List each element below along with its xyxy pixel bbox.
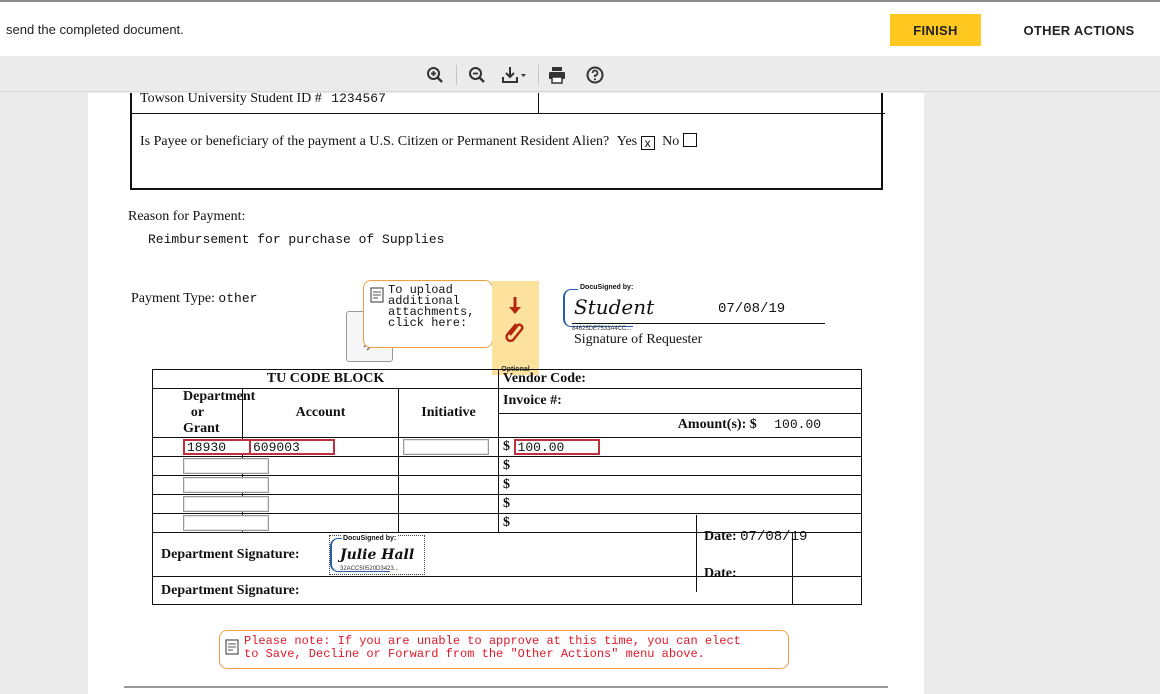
- vendor-code-label: Vendor Code:: [498, 369, 863, 389]
- attach-tooltip: To upload additional attachments, click …: [363, 280, 493, 348]
- attach-tooltip-text: To upload additional attachments, click …: [388, 283, 475, 330]
- dollar-sign: $: [498, 494, 863, 514]
- note-line-2: to Save, Decline or Forward from the "Ot…: [244, 647, 705, 661]
- instruction-text: send the completed document.: [6, 22, 184, 37]
- paperclip-icon: [505, 297, 524, 343]
- payment-type-value: other: [218, 291, 258, 306]
- no-label: No: [662, 134, 680, 149]
- zoom-in-icon[interactable]: [424, 64, 446, 86]
- date-label: Date:: [704, 529, 737, 544]
- col-account: Account: [242, 388, 399, 438]
- payee-info-box: Towson University Student ID # 1234567 I…: [130, 93, 885, 190]
- department-input[interactable]: [183, 476, 269, 493]
- reason-label: Reason for Payment:: [128, 209, 246, 224]
- approval-note: Please note: If you are unable to approv…: [219, 630, 789, 669]
- requester-sig-name: Student: [574, 295, 655, 319]
- department-input[interactable]: [183, 514, 269, 531]
- dept-sig-name: Julie Hall: [340, 547, 415, 563]
- dept-sig-label: Department Signature:: [161, 546, 300, 562]
- table-row: 18930 609003 $ 100.00: [152, 437, 863, 457]
- invoice-label: Invoice #:: [498, 388, 863, 414]
- citizen-question: Is Payee or beneficiary of the payment a…: [140, 134, 610, 149]
- yes-label: Yes: [616, 134, 638, 149]
- amounts-label: Amount(s): $: [677, 417, 757, 433]
- table-row: $: [152, 456, 863, 476]
- print-icon[interactable]: [546, 64, 568, 86]
- reason-value: Reimbursement for purchase of Supplies: [148, 232, 445, 247]
- date2-label: Date:: [704, 566, 737, 581]
- dollar-sign: $: [498, 456, 863, 476]
- note-icon: [370, 287, 384, 303]
- note-icon: [225, 639, 239, 655]
- no-checkbox[interactable]: [682, 133, 697, 147]
- zoom-out-icon[interactable]: [466, 64, 488, 86]
- account-input[interactable]: 609003: [249, 438, 335, 455]
- attachment-button[interactable]: Optional: [492, 281, 539, 375]
- dollar-sign: $: [503, 439, 511, 455]
- yes-checkbox[interactable]: x: [640, 136, 655, 150]
- viewer-toolbar: [0, 56, 1160, 92]
- table-row: $: [152, 494, 863, 514]
- student-id-value: 1234567: [331, 93, 386, 106]
- amount-input[interactable]: 100.00: [513, 438, 600, 455]
- requester-date: 07/08/19: [718, 301, 786, 317]
- dept-date: 07/08/19: [740, 529, 808, 545]
- page-divider: [124, 686, 888, 688]
- dept-sig2-label: Department Signature:: [161, 582, 300, 598]
- amounts-value: 100.00: [774, 417, 822, 433]
- payment-type-label: Payment Type:: [131, 291, 215, 306]
- department-input[interactable]: [183, 457, 269, 474]
- document-viewer: Towson University Student ID # 1234567 I…: [0, 56, 1160, 694]
- col-initiative: Initiative: [397, 388, 500, 438]
- dept-sig-id: 32ACC50520D3423...: [340, 566, 399, 572]
- other-actions-button[interactable]: OTHER ACTIONS: [1004, 14, 1154, 46]
- dollar-sign: $: [498, 475, 863, 495]
- download-icon[interactable]: [500, 64, 532, 86]
- department-signature[interactable]: DocuSigned by: Julie Hall 32ACC50520D342…: [329, 535, 425, 575]
- department-input[interactable]: [183, 495, 269, 512]
- document-page: Towson University Student ID # 1234567 I…: [88, 93, 924, 694]
- requester-sig-caption: DocuSigned by:: [578, 284, 636, 291]
- col-department: Department or Grant: [152, 388, 255, 438]
- student-id-label: Towson University Student ID #: [140, 93, 322, 106]
- requester-sig-label: Signature of Requester: [574, 332, 703, 347]
- table-row: $: [152, 475, 863, 495]
- code-block-title: TU CODE BLOCK: [151, 369, 500, 389]
- help-icon[interactable]: [584, 64, 606, 86]
- top-bar: send the completed document. FINISH OTHE…: [0, 0, 1160, 56]
- finish-button[interactable]: FINISH: [890, 14, 981, 46]
- code-block-table: TU CODE BLOCK Vendor Code: Department or…: [151, 369, 863, 605]
- initiative-input[interactable]: [403, 438, 489, 455]
- dept-sig-caption: DocuSigned by:: [342, 535, 398, 542]
